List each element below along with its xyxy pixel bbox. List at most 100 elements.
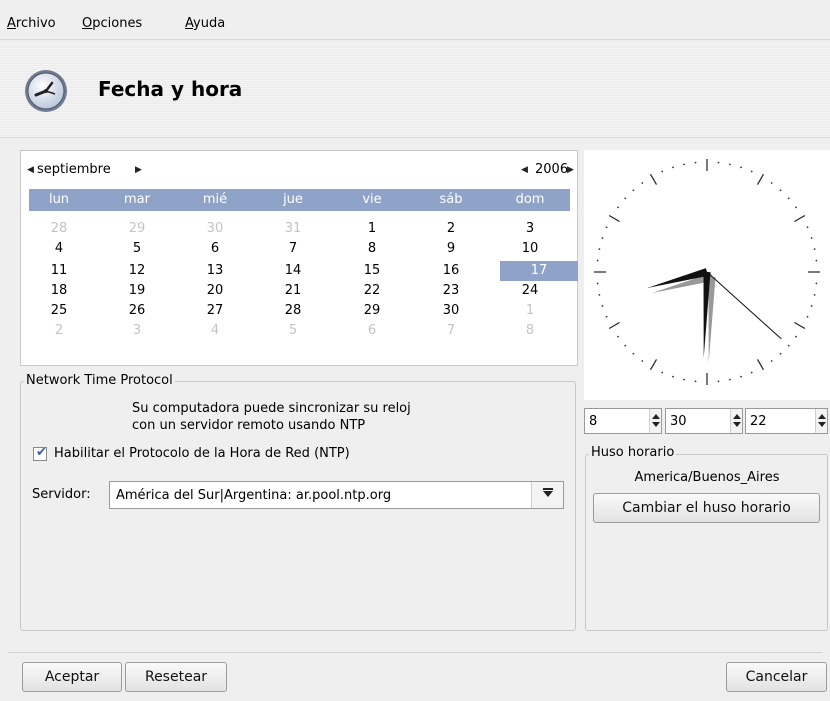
calendar-day[interactable]: 20: [185, 281, 245, 301]
minute-tick: [813, 293, 816, 296]
calendar-day[interactable]: 27: [185, 301, 245, 321]
calendar-day[interactable]: 1: [500, 301, 560, 321]
minute-tick: [779, 189, 782, 192]
calendar-day[interactable]: 30: [185, 219, 245, 239]
calendar-day[interactable]: 31: [263, 219, 323, 239]
accept-button[interactable]: Aceptar: [22, 662, 122, 692]
calendar-day[interactable]: 29: [342, 301, 402, 321]
weekday-label: sáb: [439, 192, 463, 207]
calendar-day[interactable]: 15: [342, 261, 402, 281]
menu-ayuda[interactable]: Ayuda: [185, 16, 225, 31]
dropdown-bar-icon: [543, 488, 553, 490]
ntp-enable-checkbox[interactable]: ✔: [33, 445, 47, 461]
calendar-day[interactable]: 29: [107, 219, 167, 239]
next-year-arrow-icon[interactable]: ▶: [567, 165, 574, 175]
minute-tick: [624, 197, 627, 200]
calendar-day[interactable]: 2: [421, 219, 481, 239]
minute-tick: [596, 259, 599, 262]
calendar-day[interactable]: 9: [421, 239, 481, 259]
calendar-day[interactable]: 10: [500, 239, 560, 259]
minute-tick: [806, 315, 809, 318]
calendar-day[interactable]: 13: [185, 261, 245, 281]
page-title: Fecha y hora: [98, 77, 243, 101]
minute-tick: [750, 371, 753, 374]
minute-tick: [770, 182, 773, 184]
ntp-description-line: Su computadora puede sincronizar su relo…: [132, 401, 411, 416]
calendar-day[interactable]: 16: [421, 261, 481, 281]
calendar-day[interactable]: 7: [421, 321, 481, 341]
month-label: septiembre: [37, 162, 111, 177]
spin-arrows-icon[interactable]: [649, 409, 661, 433]
calendar-day[interactable]: 28: [29, 219, 89, 239]
calendar-day[interactable]: 7: [263, 239, 323, 259]
calendar-day[interactable]: 5: [107, 239, 167, 259]
weekday-label: dom: [515, 192, 545, 207]
minute-tick: [617, 206, 619, 209]
calendar-day[interactable]: 14: [263, 261, 323, 281]
menu-archivo[interactable]: Archivo: [7, 16, 56, 31]
minute-tick: [787, 197, 790, 200]
minute-tick: [624, 344, 627, 347]
calendar-day[interactable]: 5: [263, 321, 323, 341]
minute-tick: [641, 182, 644, 184]
calendar-day[interactable]: 3: [500, 219, 560, 239]
minute-tick: [740, 375, 742, 378]
calendar-day[interactable]: 25: [29, 301, 89, 321]
calendar-day[interactable]: 4: [185, 321, 245, 341]
calendar-day[interactable]: 17: [500, 261, 578, 281]
calendar-day[interactable]: 24: [500, 281, 560, 301]
minute-tick: [605, 315, 608, 318]
minute-tick: [598, 293, 601, 296]
change-timezone-button[interactable]: Cambiar el huso horario: [593, 493, 820, 523]
calendar-day[interactable]: 3: [107, 321, 167, 341]
minute-tick: [770, 360, 773, 362]
minute-spinbox[interactable]: 30: [665, 408, 743, 434]
weekday-label: mié: [202, 192, 228, 207]
ntp-description: Su computadora puede sincronizar su relo…: [132, 400, 411, 434]
ntp-group-title: Network Time Protocol: [24, 373, 175, 388]
server-combobox[interactable]: América del Sur|Argentina: ar.pool.ntp.o…: [109, 481, 564, 509]
prev-month-arrow-icon[interactable]: ◀: [27, 165, 34, 175]
minute-hand-shadow: [708, 276, 716, 363]
minute-tick: [728, 163, 731, 166]
menu-opciones[interactable]: Opciones: [82, 16, 142, 31]
calendar-day[interactable]: 11: [29, 261, 89, 281]
calendar-day[interactable]: 18: [29, 281, 89, 301]
weekday-label: mar: [124, 192, 150, 207]
spin-arrows-icon[interactable]: [730, 409, 742, 433]
calendar-day[interactable]: 28: [263, 301, 323, 321]
calendar-day[interactable]: 19: [107, 281, 167, 301]
weekday-label: vie: [362, 192, 382, 207]
ntp-enable-label[interactable]: Habilitar el Protocolo de la Hora de Red…: [54, 446, 350, 461]
analog-clock: [584, 150, 830, 400]
calendar-day[interactable]: 8: [500, 321, 560, 341]
calendar-day[interactable]: 4: [29, 239, 89, 259]
minute-tick: [598, 248, 601, 251]
calendar-day[interactable]: 8: [342, 239, 402, 259]
second-spinbox[interactable]: 22: [745, 408, 828, 434]
prev-year-arrow-icon[interactable]: ◀: [521, 165, 528, 175]
cancel-button[interactable]: Cancelar: [726, 662, 827, 692]
minute-tick: [605, 226, 608, 229]
next-month-arrow-icon[interactable]: ▶: [135, 165, 142, 175]
minute-tick: [632, 352, 635, 355]
calendar-day[interactable]: 30: [421, 301, 481, 321]
calendar-day[interactable]: 6: [342, 321, 402, 341]
calendar-day[interactable]: 26: [107, 301, 167, 321]
hour-spinbox[interactable]: 8: [584, 408, 662, 434]
combobox-dropdown-button[interactable]: [531, 482, 563, 508]
reset-button[interactable]: Resetear: [125, 662, 227, 692]
minute-tick: [672, 375, 674, 378]
calendar-day[interactable]: 6: [185, 239, 245, 259]
second-hand: [706, 271, 782, 340]
hour-tick: [756, 173, 765, 185]
calendar-day[interactable]: 22: [342, 281, 402, 301]
spin-arrows-icon[interactable]: [815, 409, 827, 433]
year-label: 2006: [535, 162, 569, 177]
calendar-day[interactable]: 2: [29, 321, 89, 341]
calendar-panel: ◀ septiembre ▶ ◀ 2006 ▶ lun mar mié jue …: [20, 150, 578, 366]
calendar-day[interactable]: 1: [342, 219, 402, 239]
calendar-day[interactable]: 23: [421, 281, 481, 301]
calendar-day[interactable]: 21: [263, 281, 323, 301]
calendar-day[interactable]: 12: [107, 261, 167, 281]
